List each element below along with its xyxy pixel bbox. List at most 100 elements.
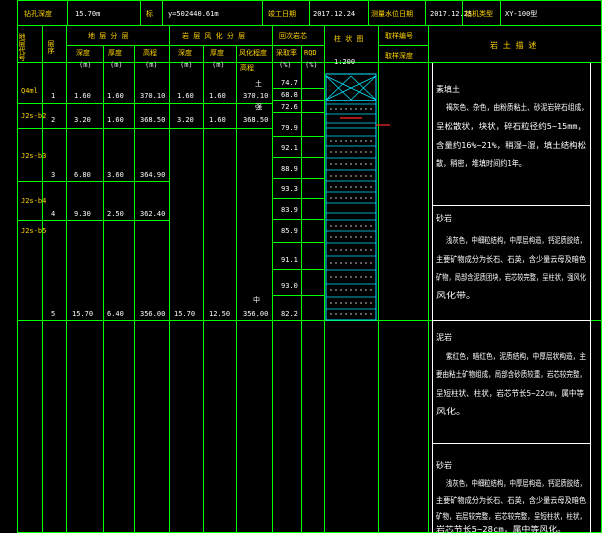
row-elev: 368.50 [140, 116, 165, 124]
row-depth: 6.80 [74, 171, 91, 179]
row-w-elev: 356.00 [243, 310, 268, 318]
row-elev: 362.40 [140, 210, 165, 218]
core-rate: 82.2 [281, 310, 298, 318]
desc-line: 散，稍密，堆填时间约1年。 [436, 158, 526, 168]
row-w-depth: 1.60 [177, 92, 194, 100]
unit-depth: (m) [79, 61, 92, 69]
row-seq: 3 [51, 171, 55, 179]
row-elev: 364.90 [140, 171, 165, 179]
core-rate: 85.9 [281, 227, 298, 235]
core-rate: 74.7 [281, 79, 298, 87]
description-block-4: 砂岩 浅灰色，中细粒结构，中厚层构造，钙泥质胶结， 主要矿物成分为长石、石英，含… [436, 460, 586, 533]
layer-row: J2s-b2 2 3.20 1.60 368.50 3.20 1.60 强 36… [21, 103, 268, 124]
col-seq: 层序 [47, 40, 55, 55]
desc-line: 矿物，岩层较完整，岩芯较完整，呈短柱状，柱状， [436, 511, 586, 521]
desc-line: 褐灰色、杂色，由粉质粘土、砂泥岩碎石组成， [446, 102, 588, 112]
row-w-depth: 15.70 [174, 310, 195, 318]
row-w-grade: 中 [253, 295, 260, 304]
core-rate: 92.1 [281, 144, 298, 152]
layer-rows: Q4ml 1 1.60 1.60 370.10 1.60 1.60 土 370.… [21, 79, 268, 318]
col-code: 地层代号 [18, 32, 26, 62]
water-label: 测量水位日期 [371, 9, 413, 18]
row-w-elev: 368.50 [243, 116, 268, 124]
desc-title: 素填土 [436, 84, 460, 94]
row-w-grade: 强 [255, 103, 262, 111]
core-rate: 72.6 [281, 103, 298, 111]
desc-line: 风化。 [436, 406, 466, 416]
borehole-column [325, 73, 390, 321]
row-seq: 2 [51, 116, 55, 124]
desc-line: 浅灰色，中细粒结构，中厚层构造，钙泥质胶结， [446, 478, 586, 488]
rig-value: XY-100型 [505, 9, 537, 18]
row-code: J2s-b5 [21, 227, 46, 235]
core-rate: 68.8 [281, 91, 298, 99]
desc-line: 紫红色，暗红色，泥质结构，中厚层状构造，主 [446, 351, 586, 361]
row-w-thick: 1.60 [209, 92, 226, 100]
col-w-elev: 高程 [240, 63, 254, 72]
col-elev: 高程 [143, 48, 157, 57]
desc-line: 含量约16%~21%，稍湿~湿，填土结构松 [436, 140, 586, 150]
fill-pattern [325, 75, 377, 101]
row-code: Q4ml [21, 87, 38, 95]
row-depth: 15.70 [72, 310, 93, 318]
desc-line: 呈松散状，块状，碎石粒径约5~15mm， [436, 121, 586, 131]
core-rate: 79.9 [281, 124, 298, 132]
col-w-thick: 厚度 [210, 48, 224, 57]
description-block-1: 素填土 褐灰色、杂色，由粉质粘土、砂泥岩碎石组成， 呈松散状，块状，碎石粒径约5… [436, 84, 588, 168]
row-code: J2s-b2 [21, 112, 46, 120]
desc-line: 主要矿物成分为长石、石英，含少量云母及暗色 [436, 495, 586, 505]
core-rate: 93.0 [281, 282, 298, 290]
desc-line: 要由粘土矿物组成，局部含砂质较重，岩芯较完整， [436, 369, 586, 379]
desc-line: 呈短柱状、柱状，岩芯节长5~22cm，属中等 [436, 388, 584, 398]
row-depth: 9.30 [74, 210, 91, 218]
desc-line: 主要矿物成分为长石、石英，含少量云母及暗色 [436, 254, 586, 264]
core-rate: 83.9 [281, 206, 298, 214]
row-thick: 1.60 [107, 116, 124, 124]
row-w-elev: 370.10 [243, 92, 268, 100]
date-value: 2017.12.24 [313, 10, 355, 18]
bedding-lines [326, 103, 376, 310]
row-seq: 4 [51, 210, 55, 218]
col-weather-group: 岩 层 风 化 分 层 [182, 31, 245, 40]
col-sample-depth: 取样深度 [385, 51, 413, 60]
col-thick: 厚度 [108, 48, 122, 57]
row-thick: 1.60 [107, 92, 124, 100]
unit-core-rate: (%) [279, 61, 292, 69]
table-grid [17, 0, 602, 533]
col-w-grade: 风化程度 [239, 48, 267, 57]
coord-value: y=502440.61m [168, 10, 219, 18]
unit-rqd: (%) [305, 61, 318, 69]
rig-label: 钻机类型 [465, 9, 493, 18]
unit-elev: (m) [145, 61, 158, 69]
row-code: J2s-b3 [21, 152, 46, 160]
description-block-2: 砂岩 浅灰色，中细粒结构，中厚层构造，钙泥质胶结， 主要矿物成分为长石、石英，含… [436, 213, 586, 300]
row-code: J2s-b4 [21, 197, 46, 205]
row-thick: 2.50 [107, 210, 124, 218]
row-thick: 3.60 [107, 171, 124, 179]
row-elev: 370.10 [140, 92, 165, 100]
borehole-log-drawing: 钻孔深度 15.70m 标 y=502440.61m 竣工日期 2017.12.… [17, 0, 602, 533]
col-layer-group: 地 层 分 层 [88, 31, 129, 40]
depth-value: 15.70m [75, 10, 100, 18]
col-scale: 1:200 [334, 58, 355, 66]
description-block-3: 泥岩 紫红色，暗红色，泥质结构，中厚层状构造，主 要由粘土矿物组成，局部含砂质较… [436, 332, 586, 416]
col-core-rate: 采取率 [276, 48, 297, 57]
row-thick: 6.40 [107, 310, 124, 318]
col-w-depth: 深度 [178, 48, 192, 57]
coord-label: 标 [146, 9, 153, 18]
row-w-grade: 土 [255, 79, 262, 88]
row-seq: 5 [51, 310, 55, 318]
row-w-thick: 12.50 [209, 310, 230, 318]
col-column: 柱 状 图 [334, 34, 363, 43]
layer-row: J2s-b5 5 15.70 6.40 356.00 15.70 12.50 中… [21, 227, 268, 318]
grain-marks [330, 108, 372, 315]
row-w-thick: 1.60 [209, 116, 226, 124]
depth-label: 钻孔深度 [24, 9, 52, 18]
desc-line: 矿物，局部含泥质团块，岩芯较完整，呈柱状，强风化 [436, 272, 586, 282]
row-depth: 1.60 [74, 92, 91, 100]
desc-line: 浅灰色，中细粒结构，中厚层构造，钙泥质胶结， [446, 235, 586, 245]
desc-title: 砂岩 [436, 213, 452, 223]
col-desc: 岩 土 描 述 [490, 40, 536, 50]
col-core-group: 回次岩芯 [279, 31, 307, 40]
core-rate: 88.9 [281, 165, 298, 173]
